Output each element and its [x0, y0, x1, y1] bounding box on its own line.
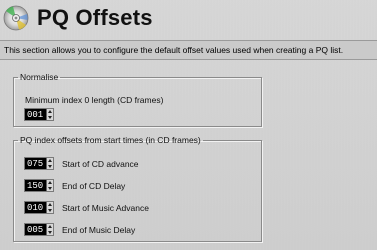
- spinner-arrows[interactable]: [46, 202, 53, 213]
- spin-down-icon[interactable]: [48, 165, 52, 168]
- end-cd-delay-value[interactable]: 150: [27, 181, 47, 192]
- spin-down-icon[interactable]: [48, 209, 52, 212]
- normalise-group: Normalise Minimum index 0 length (CD fra…: [13, 72, 262, 127]
- page-header: PQ Offsets: [0, 0, 377, 40]
- normalise-legend: Normalise: [20, 72, 59, 82]
- spin-up-icon[interactable]: [48, 225, 52, 228]
- pq-offsets-legend: PQ index offsets from start times (in CD…: [20, 135, 201, 145]
- spinner-arrows[interactable]: [46, 180, 53, 191]
- start-cd-advance-label: Start of CD advance: [62, 159, 139, 169]
- spin-up-icon[interactable]: [48, 181, 52, 184]
- min-index-label: Minimum index 0 length (CD frames): [25, 95, 164, 105]
- end-music-delay-value[interactable]: 005: [27, 225, 47, 236]
- spinner-arrows[interactable]: [46, 109, 53, 120]
- min-index-value[interactable]: 001: [27, 110, 47, 121]
- spin-up-icon[interactable]: [48, 159, 52, 162]
- start-music-advance-value[interactable]: 010: [27, 203, 47, 214]
- start-music-advance-spinner[interactable]: 010: [24, 201, 54, 214]
- spin-down-icon[interactable]: [48, 231, 52, 234]
- start-music-advance-label: Start of Music Advance: [62, 203, 149, 213]
- spin-up-icon[interactable]: [48, 203, 52, 206]
- end-cd-delay-label: End of CD Delay: [62, 181, 126, 191]
- spinner-arrows[interactable]: [46, 158, 53, 169]
- spin-down-icon[interactable]: [48, 116, 52, 119]
- spin-up-icon[interactable]: [48, 110, 52, 113]
- end-music-delay-spinner[interactable]: 005: [24, 223, 54, 236]
- cd-disc-icon: [3, 5, 29, 31]
- end-music-delay-label: End of Music Delay: [62, 225, 136, 235]
- end-cd-delay-spinner[interactable]: 150: [24, 179, 54, 192]
- spinner-arrows[interactable]: [46, 224, 53, 235]
- spin-down-icon[interactable]: [48, 187, 52, 190]
- start-cd-advance-value[interactable]: 075: [27, 159, 47, 170]
- start-cd-advance-spinner[interactable]: 075: [24, 157, 54, 170]
- page-description: This section allows you to configure the…: [4, 45, 344, 55]
- description-band: This section allows you to configure the…: [0, 40, 377, 60]
- min-index-spinner[interactable]: 001: [24, 108, 54, 121]
- page-title: PQ Offsets: [37, 5, 153, 30]
- pq-offsets-group: PQ index offsets from start times (in CD…: [13, 135, 262, 242]
